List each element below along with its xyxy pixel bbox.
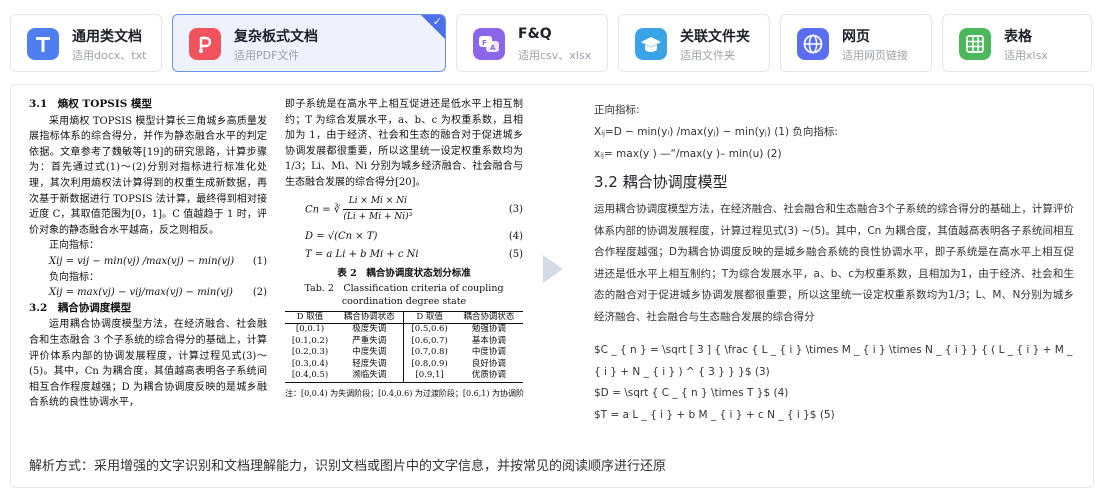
paper-paragraph: 运用耦合协调度模型方法，在经济融合、社会融合和生态融合 3 个子系统的综合得分的… xyxy=(29,319,267,409)
card-faq[interactable]: F A F&Q 适用csv、xlsx xyxy=(456,14,608,72)
paper-paragraph: 即子系统是在高水平上相互促进还是低水平上相互制约；T 为综合发展水平，a、b、c… xyxy=(285,99,523,188)
document-type-selector: 通用类文档 适用docx、txt 复杂板式文档 适用PDF文件 ✓ F A F&… xyxy=(10,14,1092,72)
svg-text:A: A xyxy=(490,44,496,52)
result-label: 正向指标: xyxy=(594,104,640,116)
arrow-right-icon xyxy=(543,255,563,283)
spreadsheet-icon xyxy=(959,28,991,60)
paper-equation-4: D = √(Cn × T) (4) xyxy=(305,230,523,242)
source-document-image: 3.1 熵权 TOPSIS 模型 采用熵权 TOPSIS 模型计算长三角城乡高质… xyxy=(29,97,541,437)
globe-icon xyxy=(797,28,829,60)
card-subtitle: 适用文件夹 xyxy=(680,49,735,62)
paper-table-caption-en: coordination degree state xyxy=(341,295,467,307)
paper-table-caption-en: Tab. 2 Classification criteria of coupli… xyxy=(304,282,504,294)
paper-table-note: 注：[0,0.4) 为失调阶段；[0.4,0.6) 为过渡阶段；[0.6,1) … xyxy=(285,388,525,398)
card-spreadsheet[interactable]: 表格 适用xlsx xyxy=(942,14,1092,72)
pdf-icon xyxy=(189,28,221,60)
card-title: 关联文件夹 xyxy=(680,29,750,45)
paper-column-right: 即子系统是在高水平上相互促进还是低水平上相互制约；T 为综合发展水平，a、b、c… xyxy=(285,97,525,401)
table-row: [0.1,0.2) 严重失调 [0.6,0.7) 基本协调 xyxy=(291,335,506,348)
paper-label: 负向指标： xyxy=(49,271,99,283)
paper-paragraph: 采用熵权 TOPSIS 模型计算长三角城乡高质量发展指标体系的综合得分，并作为静… xyxy=(29,115,267,236)
paper-equation-3: Cn = ∛ Li × Mi × Ni (Li + Mi + Ni)³ (3) xyxy=(305,195,523,223)
result-latex-formula: $C _ { n } = \sqrt [ 3 ] { \frac { L _ {… xyxy=(594,344,1073,378)
card-general-document[interactable]: 通用类文档 适用docx、txt xyxy=(10,14,162,72)
card-subtitle: 适用xlsx xyxy=(1004,49,1048,62)
table-row: [0.3,0.4) 轻度失调 [0.8,0.9) 良好协调 xyxy=(291,358,506,371)
table-row: [0.4,0.5) 濒临失调 [0.9,1] 优质协调 xyxy=(285,370,523,383)
result-latex-formula: $T = a L _ { i } + b M _ { i } + c N _ {… xyxy=(594,408,835,421)
parsed-result: 正向指标: Xᵢⱼ=D − min(yᵢ) /max(yⱼ) − min(yⱼ)… xyxy=(594,99,1074,426)
card-title: 表格 xyxy=(1004,29,1032,45)
parse-method-description: 解析方式：采用增强的文字识别和文档理解能力，识别文档或图片中的文字信息，并按常见… xyxy=(29,459,667,474)
card-title: 复杂板式文档 xyxy=(234,29,318,45)
paper-equation-1: Xij = vij − min(vj) /max(vj) − min(vj) (… xyxy=(49,255,267,267)
paper-table: D 取值 耦合协调状态 D 取值 耦合协调状态 [0,0.1) 极度失调 [0.5… xyxy=(285,310,523,383)
paper-equation-5: T = a Li + b Mi + c Ni (5) xyxy=(305,249,523,261)
result-paragraph: 运用耦合协调度模型方法，在经济融合、社会融合和生态融合3个子系统的综合得分的基础… xyxy=(594,203,1074,323)
faq-chat-icon: F A xyxy=(473,28,505,60)
svg-text:F: F xyxy=(482,39,487,47)
result-latex-formula: $D = \sqrt { C _ { n } \times T }$ (4) xyxy=(594,387,789,399)
checkmark-icon: ✓ xyxy=(432,15,442,28)
card-subtitle: 适用docx、txt xyxy=(72,49,147,62)
result-heading: 3.2 耦合协调度模型 xyxy=(594,173,728,191)
letter-t-icon xyxy=(27,28,59,60)
result-equation-line: xᵢⱼ= max(y ) —“/max(y )– min(u) (2) xyxy=(594,148,782,160)
card-subtitle: 适用网页链接 xyxy=(842,49,908,62)
paper-column-left: 3.1 熵权 TOPSIS 模型 采用熵权 TOPSIS 模型计算长三角城乡高质… xyxy=(29,97,267,411)
graduation-cap-icon xyxy=(635,28,667,60)
table-row: [0.2,0.3) 中度失调 [0.7,0.8) 中度协调 xyxy=(291,347,506,359)
paper-equation-2: Xij = max(vj) − vij/max(vj) − min(vj) (2… xyxy=(49,287,267,299)
paper-heading-3-2: 3.2 耦合协调度模型 xyxy=(29,301,132,314)
table-row: [0,0.1) 极度失调 [0.5,0.6) 勉强协调 xyxy=(295,323,506,336)
card-title: 网页 xyxy=(842,29,870,45)
card-complex-layout-document[interactable]: 复杂板式文档 适用PDF文件 ✓ xyxy=(172,14,446,72)
preview-panel: 3.1 熵权 TOPSIS 模型 采用熵权 TOPSIS 模型计算长三角城乡高质… xyxy=(10,84,1094,488)
card-title: 通用类文档 xyxy=(72,29,142,45)
card-subtitle: 适用PDF文件 xyxy=(234,49,300,62)
paper-table-caption: 表 2 耦合协调度状态划分标准 xyxy=(337,267,471,279)
card-webpage[interactable]: 网页 适用网页链接 xyxy=(780,14,932,72)
paper-label: 正向指标： xyxy=(49,240,99,252)
result-equation-line: Xᵢⱼ=D − min(yᵢ) /max(yⱼ) − min(yⱼ) (1) 负… xyxy=(594,126,838,138)
card-title: F&Q xyxy=(518,26,552,42)
card-linked-folder[interactable]: 关联文件夹 适用文件夹 xyxy=(618,14,770,72)
paper-heading-3-1: 3.1 熵权 TOPSIS 模型 xyxy=(29,98,153,110)
card-subtitle: 适用csv、xlsx xyxy=(518,49,592,62)
